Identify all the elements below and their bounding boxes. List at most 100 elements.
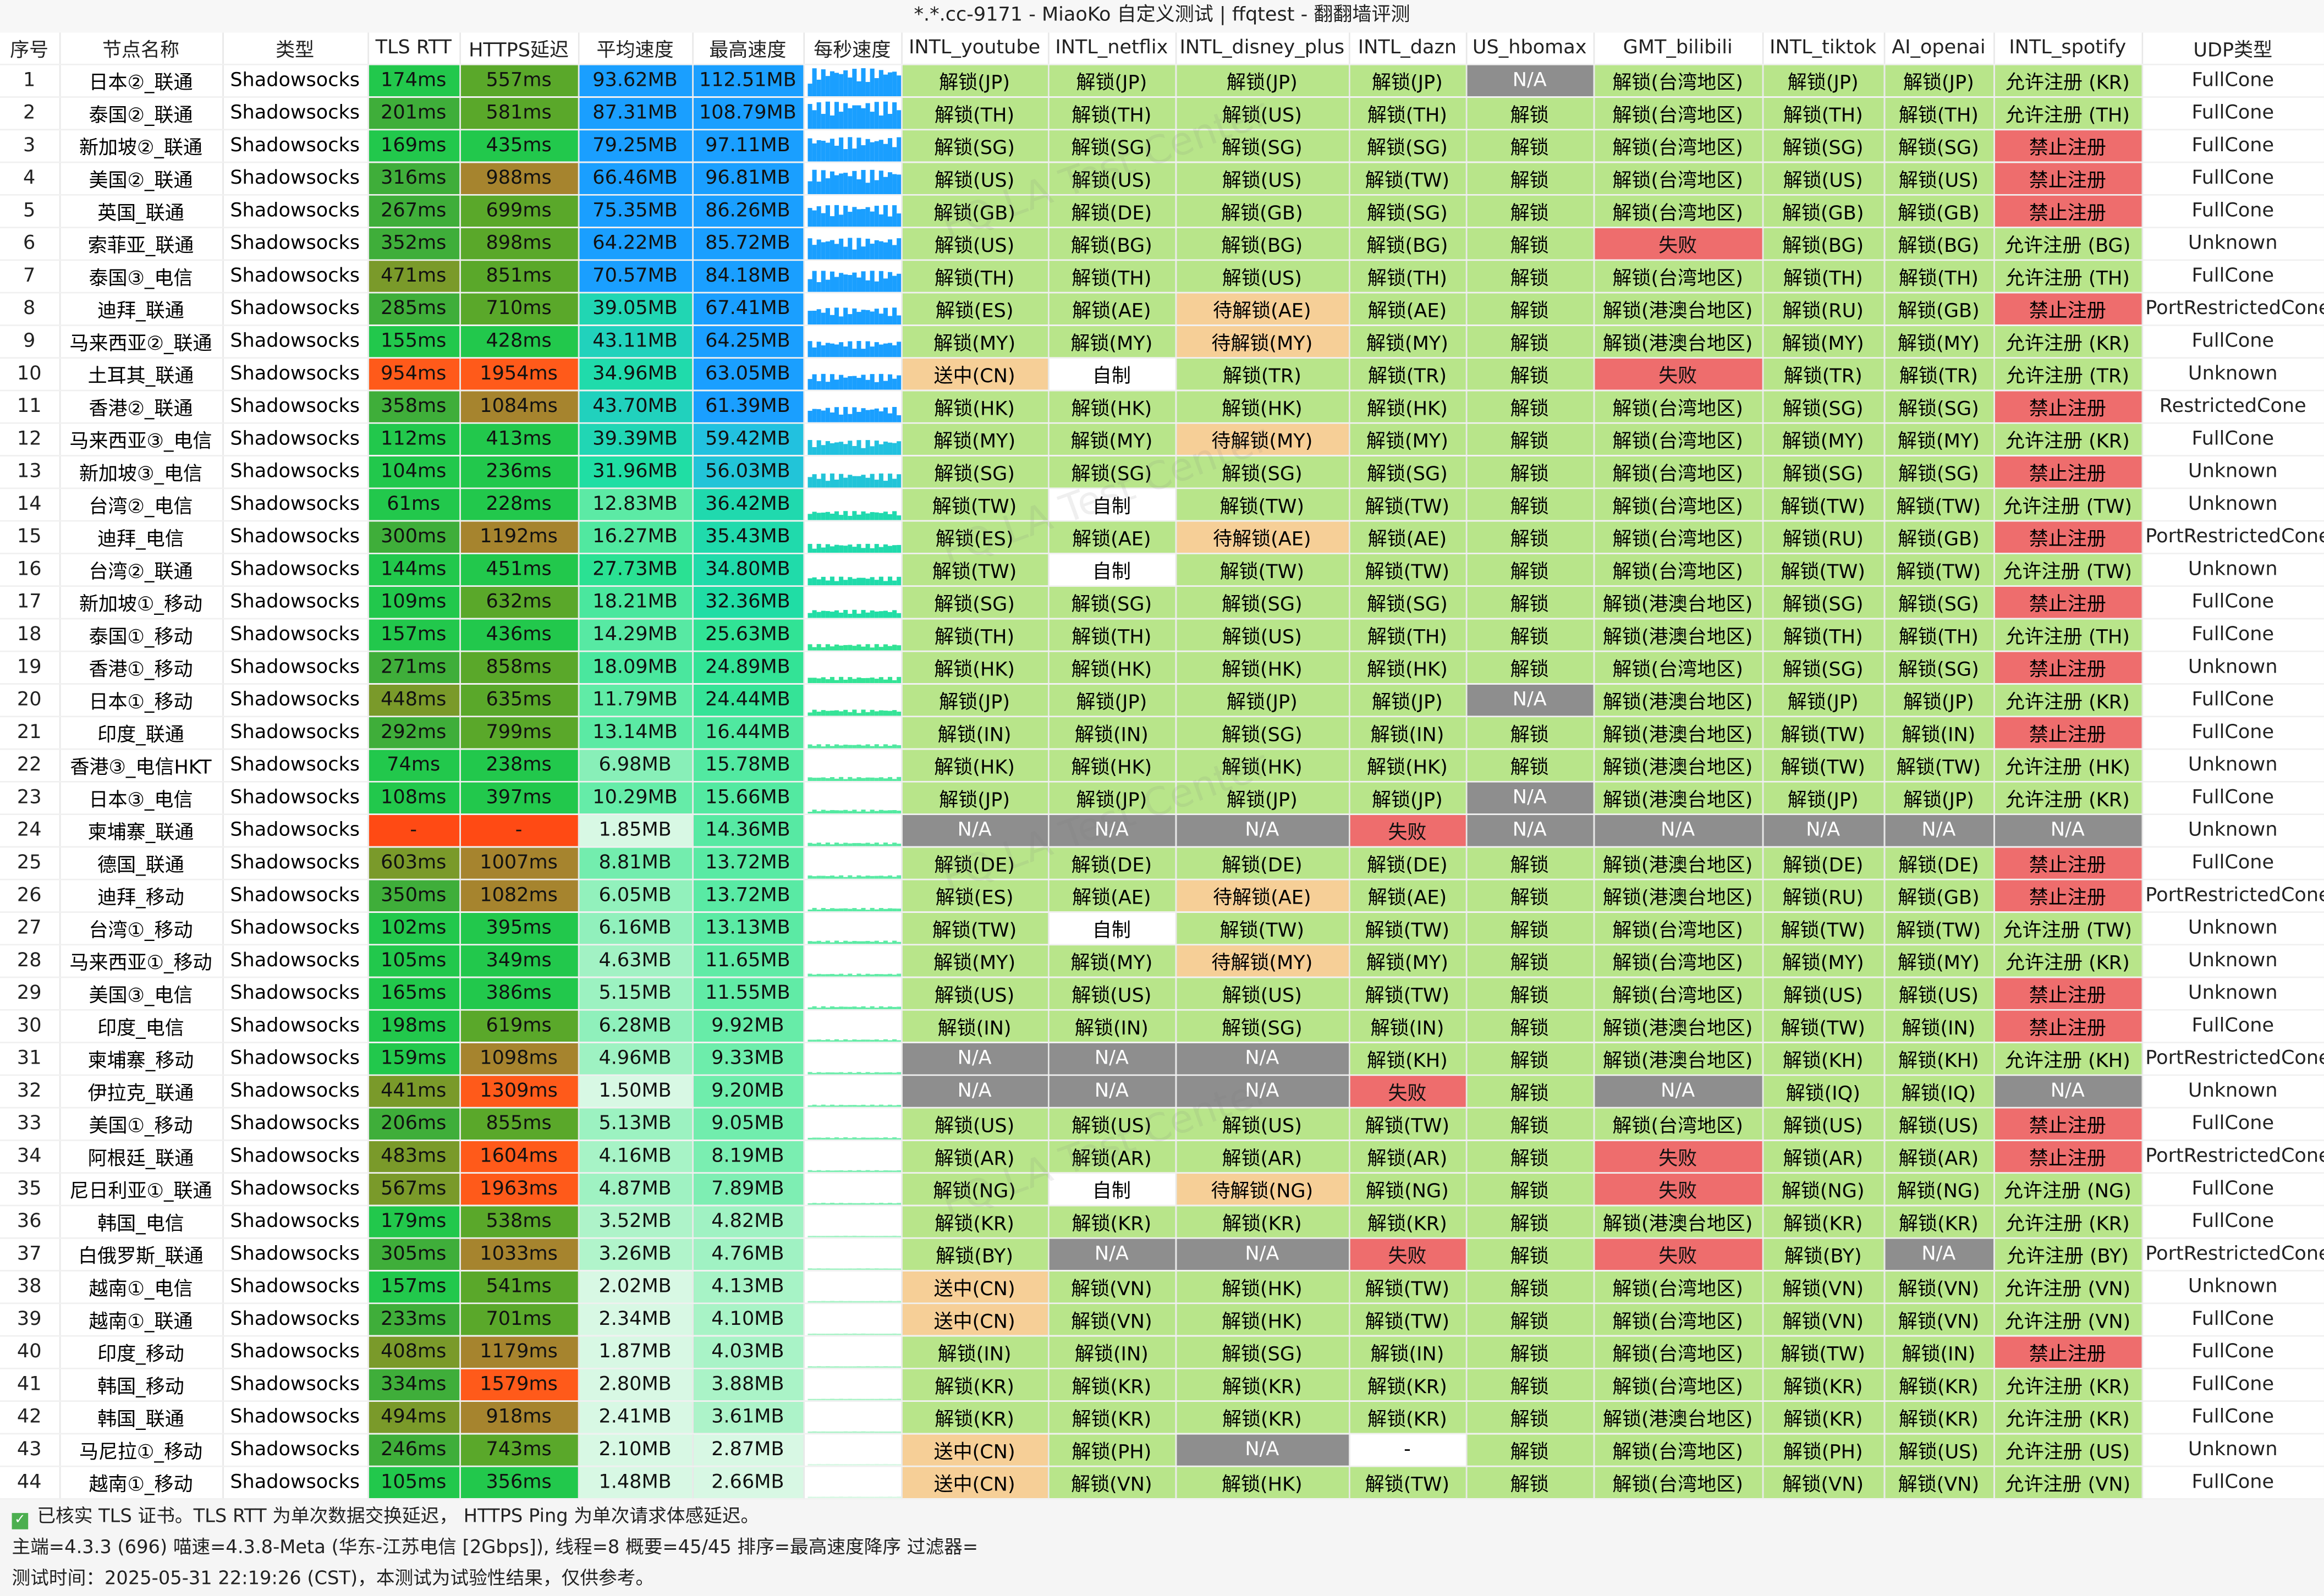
column-header[interactable]: TLS RTT (367, 32, 460, 65)
column-header[interactable]: 每秒速度 (803, 32, 902, 65)
sparkline-bar (816, 875, 821, 878)
table-row[interactable]: 31 柬埔寨_移动 Shadowsocks 159ms 1098ms 4.96MB 9.33… (0, 1042, 2324, 1075)
column-header[interactable]: INTL_tiktok (1762, 32, 1885, 65)
table-row[interactable]: 18 泰国①_移动 Shadowsocks 157ms 436ms 14.29MB 25.6… (0, 618, 2324, 652)
column-header[interactable]: US_hbomax (1465, 32, 1594, 65)
table-row[interactable]: 26 迪拜_移动 Shadowsocks 350ms 1082ms 6.05MB 13.72… (0, 878, 2324, 912)
table-row[interactable]: 25 德国_联通 Shadowsocks 603ms 1007ms 8.81MB 13.72… (0, 846, 2324, 880)
table-row[interactable]: 28 马来西亚①_移动 Shadowsocks 105ms 349ms 4.63MB 11.… (0, 944, 2324, 978)
table-row[interactable]: 15 迪拜_电信 Shadowsocks 300ms 1192ms 16.27MB 35.4… (0, 520, 2324, 554)
table-row[interactable]: 38 越南①_电信 Shadowsocks 157ms 541ms 2.02MB 4.13M… (0, 1270, 2324, 1303)
table-row[interactable]: 3 新加坡②_联通 Shadowsocks 169ms 435ms 79.25MB 97.1… (0, 129, 2324, 163)
column-header[interactable]: INTL_disney_plus (1175, 32, 1350, 65)
table-row[interactable]: 6 索菲亚_联通 Shadowsocks 352ms 898ms 64.22MB 85.72… (0, 227, 2324, 260)
node-name: 马来西亚②_联通 (59, 324, 223, 358)
column-header[interactable]: 节点名称 (59, 32, 223, 65)
speed-sparkline (803, 716, 902, 750)
column-header[interactable]: 平均速度 (578, 32, 693, 65)
sparkline-bar (847, 1039, 851, 1041)
column-header[interactable]: INTL_netflix (1048, 32, 1177, 65)
https-latency-cell: 1033ms (459, 1237, 579, 1271)
table-row[interactable]: 7 泰国③_电信 Shadowsocks 471ms 851ms 70.57MB 84.18… (0, 259, 2324, 293)
table-row[interactable]: 16 台湾②_联通 Shadowsocks 144ms 451ms 27.73MB 34.8… (0, 553, 2324, 586)
speed-sparkline (803, 1400, 902, 1434)
unlock-status-cell: 解锁(ES) (901, 878, 1049, 912)
table-row[interactable]: 12 马来西亚③_电信 Shadowsocks 112ms 413ms 39.39MB 59… (0, 422, 2324, 456)
column-header[interactable]: 类型 (222, 32, 369, 65)
table-row[interactable]: 14 台湾②_电信 Shadowsocks 61ms 228ms 12.83MB 36.42… (0, 487, 2324, 521)
table-row[interactable]: 21 印度_联通 Shadowsocks 292ms 799ms 13.14MB 16.44… (0, 716, 2324, 750)
column-header[interactable]: HTTPS延迟 (459, 32, 579, 65)
sparkline-bar (829, 776, 834, 780)
table-row[interactable]: 23 日本③_电信 Shadowsocks 108ms 397ms 10.29MB 15.6… (0, 781, 2324, 814)
table-row[interactable]: 43 马尼拉①_移动 Shadowsocks 246ms 743ms 2.10MB 2.87… (0, 1433, 2324, 1467)
table-row[interactable]: 42 韩国_联通 Shadowsocks 494ms 918ms 2.41MB 3.61MB… (0, 1400, 2324, 1434)
column-header[interactable]: GMT_bilibili (1593, 32, 1763, 65)
column-header[interactable]: AI_openai (1883, 32, 1995, 65)
sparkline-bar (865, 777, 870, 780)
sparkline-bar (838, 136, 843, 161)
sparkline-bar (873, 875, 878, 878)
sparkline-bar (825, 710, 829, 714)
sparkline-bar (851, 940, 856, 943)
sparkline-bar (842, 148, 847, 161)
table-row[interactable]: 9 马来西亚②_联通 Shadowsocks 155ms 428ms 43.11MB 64.… (0, 324, 2324, 358)
avg-speed-cell: 6.98MB (578, 748, 693, 782)
table-row[interactable]: 36 韩国_电信 Shadowsocks 179ms 538ms 3.52MB 4.82MB… (0, 1204, 2324, 1239)
table-row[interactable]: 22 香港③_电信HKT Shadowsocks 74ms 238ms 6.98MB 15.… (0, 748, 2324, 782)
table-row[interactable]: 33 美国①_移动 Shadowsocks 206ms 855ms 5.13MB 9.05M… (0, 1107, 2324, 1141)
table-row[interactable]: 2 泰国②_联通 Shadowsocks 201ms 581ms 87.31MB 108.7… (0, 96, 2324, 130)
table-row[interactable]: 37 白俄罗斯_联通 Shadowsocks 305ms 1033ms 3.26MB 4.7… (0, 1237, 2324, 1271)
table-row[interactable]: 17 新加坡①_移动 Shadowsocks 109ms 632ms 18.21MB 32.… (0, 585, 2324, 619)
unlock-status-cell: 解锁 (1465, 1009, 1594, 1043)
table-row[interactable]: 39 越南①_联通 Shadowsocks 233ms 701ms 2.34MB 4.10M… (0, 1302, 2324, 1336)
table-row[interactable]: 44 越南①_移动 Shadowsocks 105ms 356ms 1.48MB 2.66M… (0, 1465, 2324, 1499)
table-row[interactable]: 30 印度_电信 Shadowsocks 198ms 619ms 6.28MB 9.92MB… (0, 1009, 2324, 1043)
sparkline-bar (816, 180, 821, 193)
row-index: 41 (0, 1368, 61, 1401)
column-header[interactable]: 最高速度 (692, 32, 804, 65)
table-row[interactable]: 11 香港②_联通 Shadowsocks 358ms 1084ms 43.70MB 61.… (0, 389, 2324, 423)
sparkline-bar (865, 1202, 870, 1203)
table-row[interactable]: 10 土耳其_联通 Shadowsocks 954ms 1954ms 34.96MB 63.… (0, 357, 2324, 391)
table-row[interactable]: 40 印度_移动 Shadowsocks 408ms 1179ms 1.87MB 4.03M… (0, 1335, 2324, 1369)
sparkline-chart (807, 1235, 900, 1236)
sparkline-bar (873, 1300, 878, 1301)
sparkline-bar (847, 1300, 851, 1301)
table-row[interactable]: 24 柬埔寨_联通 Shadowsocks - -1.85MB 14.36MB N/A N/A… (0, 813, 2324, 847)
table-row[interactable]: 1 日本②_联通 Shadowsocks 174ms 557ms 93.62MB 112.5… (0, 63, 2324, 97)
table-row[interactable]: 41 韩国_移动 Shadowsocks 334ms 1579ms 2.80MB 3.88M… (0, 1368, 2324, 1401)
table-row[interactable]: 27 台湾①_移动 Shadowsocks 102ms 395ms 6.16MB 13.13… (0, 911, 2324, 945)
unlock-status-cell: 允许注册 (KR) (1993, 422, 2142, 456)
tls-rtt-cell: 105ms (367, 1465, 460, 1499)
table-row[interactable]: 19 香港①_移动 Shadowsocks 271ms 858ms 18.09MB 24.8… (0, 650, 2324, 684)
sparkline-bar (816, 478, 821, 486)
sparkline-bar (829, 1300, 834, 1301)
avg-speed-cell: 39.39MB (578, 422, 693, 456)
sparkline-bar (865, 842, 870, 845)
unlock-status-cell: 解锁(台湾地区) (1593, 911, 1763, 945)
sparkline-bar (838, 1495, 843, 1497)
table-row[interactable]: 20 日本①_移动 Shadowsocks 448ms 635ms 11.79MB 24.4… (0, 683, 2324, 717)
column-header[interactable]: UDP类型 (2141, 32, 2324, 65)
table-row[interactable]: 35 尼日利亚①_联通 Shadowsocks 567ms 1963ms 4.87MB 7.… (0, 1172, 2324, 1206)
table-row[interactable]: 4 美国②_联通 Shadowsocks 316ms 988ms 66.46MB 96.81… (0, 161, 2324, 195)
table-row[interactable]: 13 新加坡③_电信 Shadowsocks 104ms 236ms 31.96MB 56.… (0, 455, 2324, 488)
table-row[interactable]: 34 阿根廷_联通 Shadowsocks 483ms 1604ms 4.16MB 8.19… (0, 1140, 2324, 1173)
table-row[interactable]: 8 迪拜_联通 Shadowsocks 285ms 710ms 39.05MB 67.41M… (0, 291, 2324, 326)
tls-rtt-cell: 169ms (367, 129, 460, 163)
node-name: 德国_联通 (59, 846, 223, 880)
column-header[interactable]: INTL_spotify (1993, 32, 2142, 65)
row-index: 7 (0, 259, 61, 293)
column-header[interactable]: INTL_youtube (901, 32, 1049, 65)
column-header[interactable]: 序号 (0, 32, 61, 65)
app-window: *.*.cc-9171 - MiaoKo 自定义测试 | ffqtest - 翻… (0, 0, 2324, 1596)
unlock-status-cell: N/A (1048, 1042, 1177, 1075)
table-row[interactable]: 32 伊拉克_联通 Shadowsocks 441ms 1309ms 1.50MB 9.20… (0, 1074, 2324, 1108)
table-row[interactable]: 29 美国③_电信 Shadowsocks 165ms 386ms 5.15MB 11.55… (0, 976, 2324, 1010)
table-row[interactable]: 5 英国_联通 Shadowsocks 267ms 699ms 75.35MB 86.26M… (0, 194, 2324, 228)
sparkline-bar (847, 1235, 851, 1236)
sparkline-bar (816, 139, 821, 161)
tls-rtt-cell: 316ms (367, 161, 460, 195)
column-header[interactable]: INTL_dazn (1348, 32, 1467, 65)
